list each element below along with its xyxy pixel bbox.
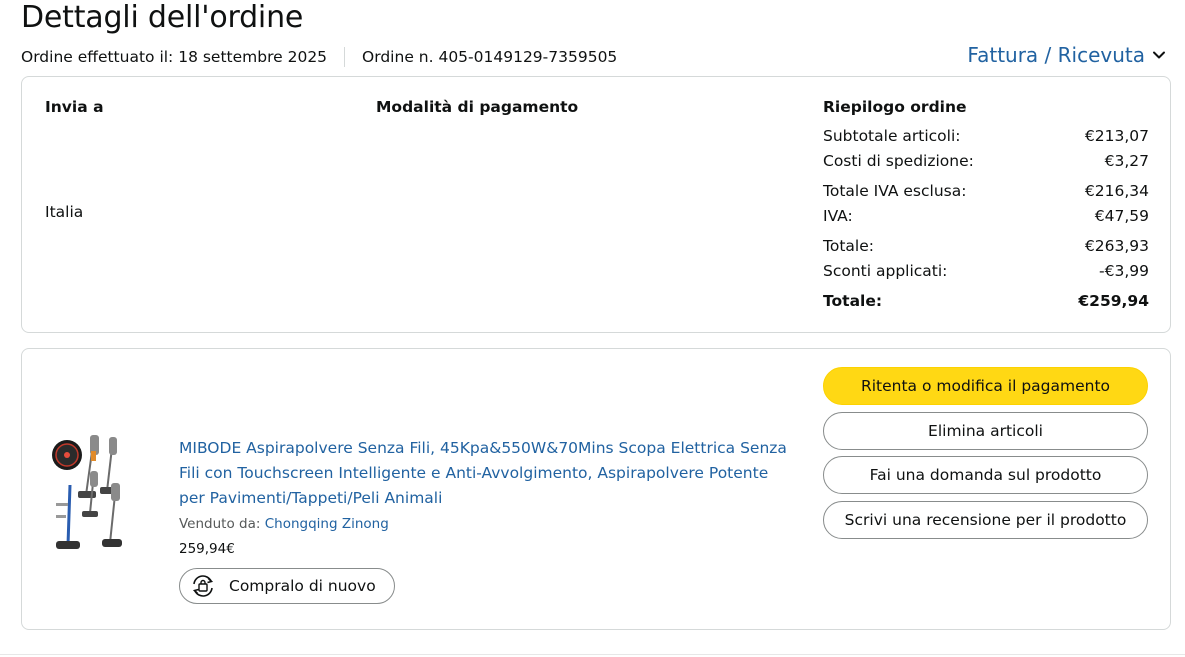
order-summary-card: Invia a Italia Modalità di pagamento Rie…	[21, 76, 1171, 333]
summary-label: Totale IVA esclusa:	[823, 182, 967, 200]
ask-question-button[interactable]: Fai una domanda sul prodotto	[823, 456, 1148, 494]
order-meta: Ordine effettuato il: 18 settembre 2025 …	[21, 47, 617, 67]
summary-value: €216,34	[1084, 182, 1149, 200]
summary-row-subtotal: Subtotale articoli: €213,07	[823, 127, 1149, 145]
summary-value: €213,07	[1084, 127, 1149, 145]
summary-value: €263,93	[1084, 237, 1149, 255]
summary-row-shipping: Costi di spedizione: €3,27	[823, 152, 1149, 170]
meta-divider	[344, 47, 346, 67]
page-title: Dettagli dell'ordine	[21, 0, 304, 35]
buy-again-button[interactable]: Compralo di nuovo	[179, 568, 395, 604]
summary-label: Totale:	[823, 292, 883, 310]
write-review-button[interactable]: Scrivi una recensione per il prodotto	[823, 501, 1148, 539]
payment-method-title: Modalità di pagamento	[376, 98, 579, 116]
product-title-link[interactable]: MIBODE Aspirapolvere Senza Fili, 45Kpa&5…	[179, 436, 789, 511]
summary-row-net-total: Totale IVA esclusa: €216,34	[823, 182, 1149, 200]
summary-row-grand-total: Totale: €259,94	[823, 292, 1149, 310]
chevron-down-icon	[1153, 51, 1165, 59]
ship-to-title: Invia a	[45, 98, 104, 116]
sold-by: Venduto da: Chongqing Zinong	[179, 516, 389, 532]
summary-row-vat: IVA: €47,59	[823, 207, 1149, 225]
sold-by-label: Venduto da:	[179, 516, 261, 532]
invoice-dropdown[interactable]: Fattura / Ricevuta	[967, 43, 1167, 67]
summary-label: Costi di spedizione:	[823, 152, 974, 170]
buy-again-icon	[192, 575, 214, 597]
order-item-card: MIBODE Aspirapolvere Senza Fili, 45Kpa&5…	[21, 348, 1171, 630]
order-number: Ordine n. 405-0149129-7359505	[362, 48, 618, 66]
buy-again-label: Compralo di nuovo	[229, 577, 376, 595]
summary-value: €47,59	[1094, 207, 1149, 225]
bottom-divider	[0, 654, 1185, 655]
summary-row-total: Totale: €263,93	[823, 237, 1149, 255]
summary-label: Totale:	[823, 237, 874, 255]
summary-value: -€3,99	[1099, 262, 1149, 280]
product-image[interactable]	[50, 433, 126, 551]
summary-title: Riepilogo ordine	[823, 98, 967, 116]
ship-to-country: Italia	[45, 203, 84, 221]
retry-payment-button[interactable]: Ritenta o modifica il pagamento	[823, 367, 1148, 405]
summary-row-discounts: Sconti applicati: -€3,99	[823, 262, 1149, 280]
delete-items-button[interactable]: Elimina articoli	[823, 412, 1148, 450]
summary-label: Sconti applicati:	[823, 262, 948, 280]
summary-label: IVA:	[823, 207, 853, 225]
item-price: 259,94€	[179, 541, 235, 557]
summary-label: Subtotale articoli:	[823, 127, 961, 145]
invoice-label: Fattura / Ricevuta	[967, 43, 1145, 67]
seller-link[interactable]: Chongqing Zinong	[265, 516, 389, 532]
summary-value: €259,94	[1078, 292, 1149, 310]
order-date: Ordine effettuato il: 18 settembre 2025	[21, 48, 328, 66]
summary-value: €3,27	[1104, 152, 1149, 170]
